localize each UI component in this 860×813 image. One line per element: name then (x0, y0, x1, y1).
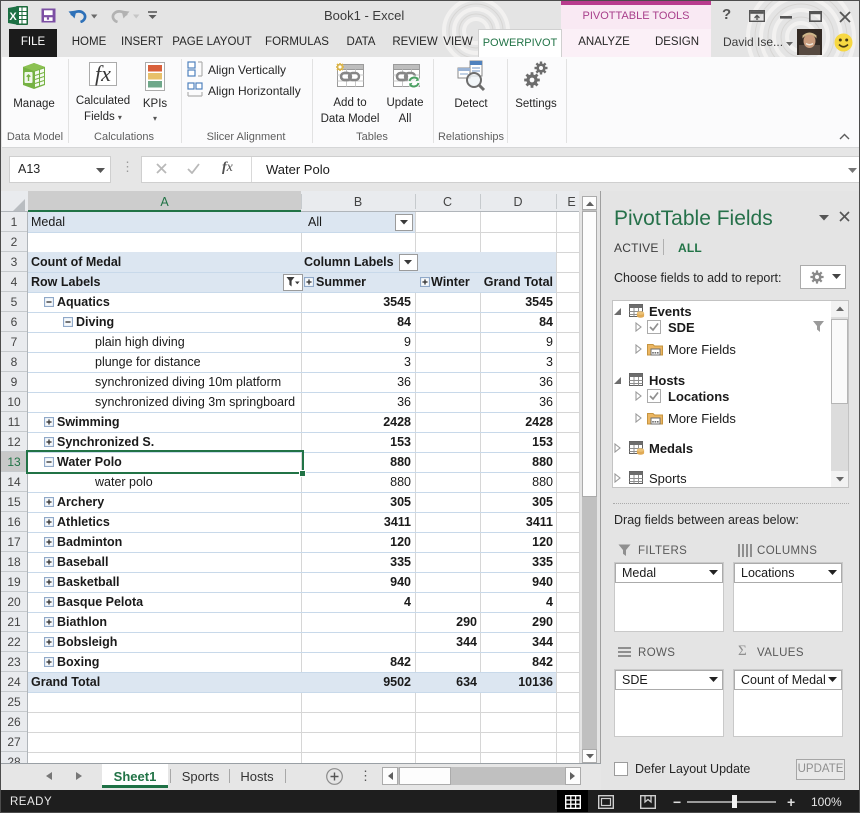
svg-text:X: X (9, 11, 17, 23)
svg-text:fx: fx (95, 62, 111, 86)
